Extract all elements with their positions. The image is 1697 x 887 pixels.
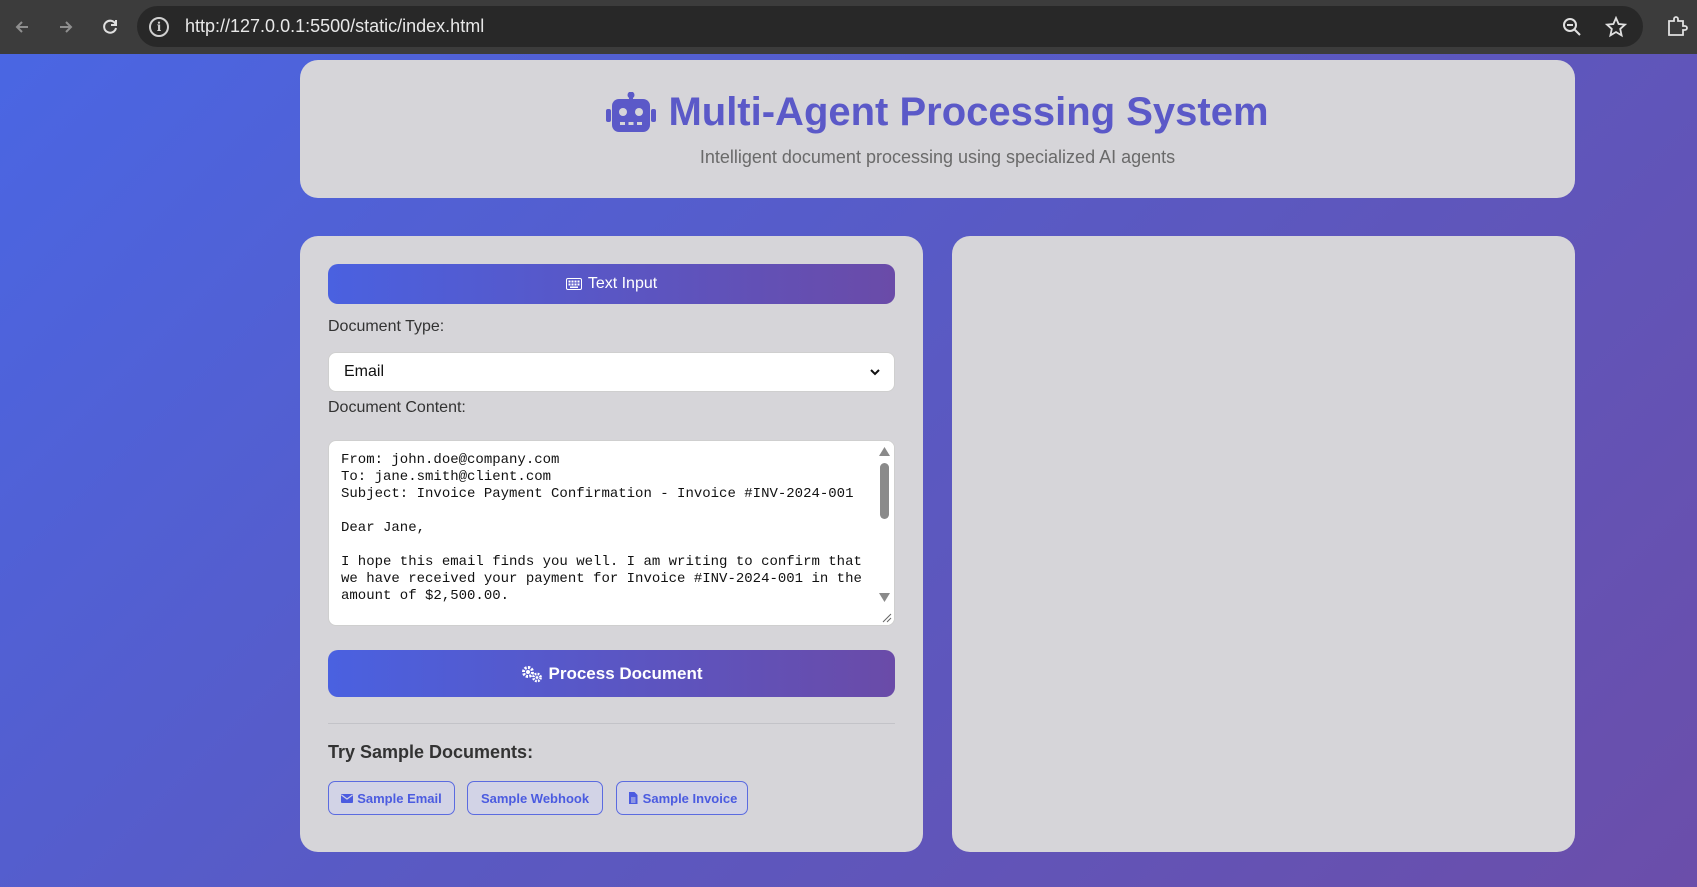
tab-text-input-label: Text Input [587,275,658,292]
keyboard-icon [565,278,582,290]
document-type-label: Document Type: [328,318,445,335]
tab-text-input[interactable]: Text Input [328,264,895,304]
arrow-left-icon [15,21,28,33]
reload-button[interactable] [88,5,132,49]
sample-webhook-label: Sample Webhook [480,790,590,806]
envelope-icon [341,794,354,803]
document-type-select[interactable]: Email [328,352,895,392]
page-title-text: Multi-Agent Processing System [668,90,1269,134]
sample-webhook-button[interactable]: Sample Webhook [467,781,603,815]
page-background: Multi-Agent Processing System Intelligen… [0,54,1697,887]
samples-title: Try Sample Documents: [328,742,534,762]
document-type-value: Email [344,363,385,380]
file-icon [628,792,638,804]
bookmark-star-icon[interactable] [1605,15,1627,38]
resize-grip-icon[interactable] [880,611,892,623]
scrollbar-thumb[interactable] [880,463,889,519]
input-panel: Text Input Document Type: Email Document… [300,236,923,852]
process-document-label: Process Document [548,663,703,683]
sample-email-label: Sample Email [357,790,442,806]
sample-email-button[interactable]: Sample Email [328,781,455,815]
forward-button[interactable] [44,5,88,49]
chevron-down-icon [870,369,880,376]
page-title: Multi-Agent Processing System [300,90,1575,135]
sample-invoice-button[interactable]: Sample Invoice [616,781,748,815]
results-panel [952,236,1575,852]
document-content-textarea[interactable]: From: john.doe@company.com To: jane.smit… [328,440,895,626]
scroll-up-arrow-icon[interactable] [879,447,890,456]
header-card: Multi-Agent Processing System Intelligen… [300,60,1575,198]
browser-toolbar: i http://127.0.0.1:5500/static/index.htm… [0,0,1697,54]
process-document-button[interactable]: Process Document [328,650,895,697]
reload-icon [103,19,117,34]
sample-invoice-label: Sample Invoice [642,790,738,806]
textarea-scrollbar[interactable] [874,441,894,625]
page-subtitle: Intelligent document processing using sp… [699,147,1176,167]
divider [328,723,895,724]
site-info-icon[interactable]: i [149,16,169,37]
back-button[interactable] [0,5,44,49]
address-bar[interactable]: i http://127.0.0.1:5500/static/index.htm… [137,6,1643,47]
zoom-icon[interactable] [1561,16,1583,38]
robot-icon [606,91,657,132]
document-content-label: Document Content: [328,399,466,416]
url-text[interactable]: http://127.0.0.1:5500/static/index.html [185,16,484,37]
arrow-right-icon [60,21,73,33]
extensions-puzzle-icon[interactable] [1665,14,1689,43]
scroll-down-arrow-icon[interactable] [879,593,890,602]
document-content-text[interactable]: From: john.doe@company.com To: jane.smit… [341,452,866,605]
gears-icon [521,665,542,682]
